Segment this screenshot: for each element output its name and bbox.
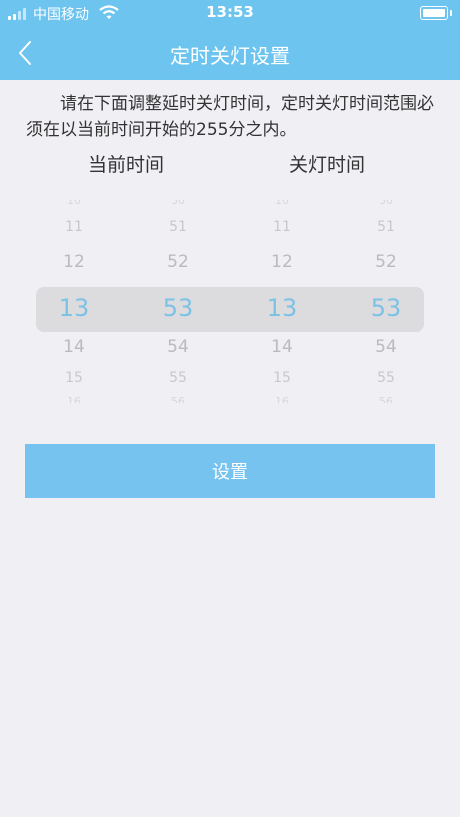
status-time: 13:53 [206, 3, 254, 21]
picker-item: 50 [379, 200, 393, 207]
picker-item: 14 [271, 337, 293, 357]
set-button[interactable]: 设置 [25, 444, 435, 498]
status-bar: 中国移动 13:53 [0, 0, 460, 26]
nav-bar: 定时关灯设置 [0, 26, 460, 80]
screen: 中国移动 13:53 定时关灯设置 请在下面调整延时关灯时间，定时关灯时间范围必… [0, 0, 460, 817]
off-minute-picker[interactable]: 50 51 52 53 54 55 56 [346, 200, 426, 415]
picker-item: 10 [275, 200, 289, 207]
picker-item: 54 [167, 337, 189, 357]
picker-item: 11 [273, 219, 291, 235]
picker-selected-item: 13 [58, 294, 90, 322]
picker-selected-item: 53 [162, 294, 194, 322]
picker-item: 12 [63, 252, 85, 272]
page-title: 定时关灯设置 [170, 44, 290, 68]
picker-item: 55 [377, 370, 395, 386]
picker-item: 55 [169, 370, 187, 386]
picker-item: 14 [63, 337, 85, 357]
picker-item: 52 [375, 252, 397, 272]
instruction-text: 请在下面调整延时关灯时间，定时关灯时间范围必须在以当前时间开始的255分之内。 [26, 94, 434, 140]
current-minute-picker[interactable]: 50 51 52 53 54 55 56 [138, 200, 218, 415]
picker-item: 15 [65, 370, 83, 386]
picker-item: 54 [375, 337, 397, 357]
picker-item: 15 [273, 370, 291, 386]
picker-item: 10 [67, 200, 81, 207]
picker-item: 11 [65, 219, 83, 235]
picker-item: 56 [171, 395, 185, 403]
picker-item: 16 [67, 395, 81, 403]
picker-selected-item: 53 [370, 294, 402, 322]
current-hour-picker[interactable]: 10 11 12 13 14 15 16 [34, 200, 114, 415]
picker-item: 51 [377, 219, 395, 235]
picker-item: 16 [275, 395, 289, 403]
picker-selected-item: 13 [266, 294, 298, 322]
off-time-label: 关灯时间 [289, 154, 366, 176]
off-hour-picker[interactable]: 10 11 12 13 14 15 16 [242, 200, 322, 415]
picker-item: 56 [379, 395, 393, 403]
picker-item: 52 [167, 252, 189, 272]
current-time-label: 当前时间 [88, 154, 165, 176]
top-bar: 中国移动 13:53 定时关灯设置 [0, 0, 460, 80]
battery-icon [420, 6, 452, 20]
picker-item: 51 [169, 219, 187, 235]
picker-item: 12 [271, 252, 293, 272]
picker-item: 50 [171, 200, 185, 207]
